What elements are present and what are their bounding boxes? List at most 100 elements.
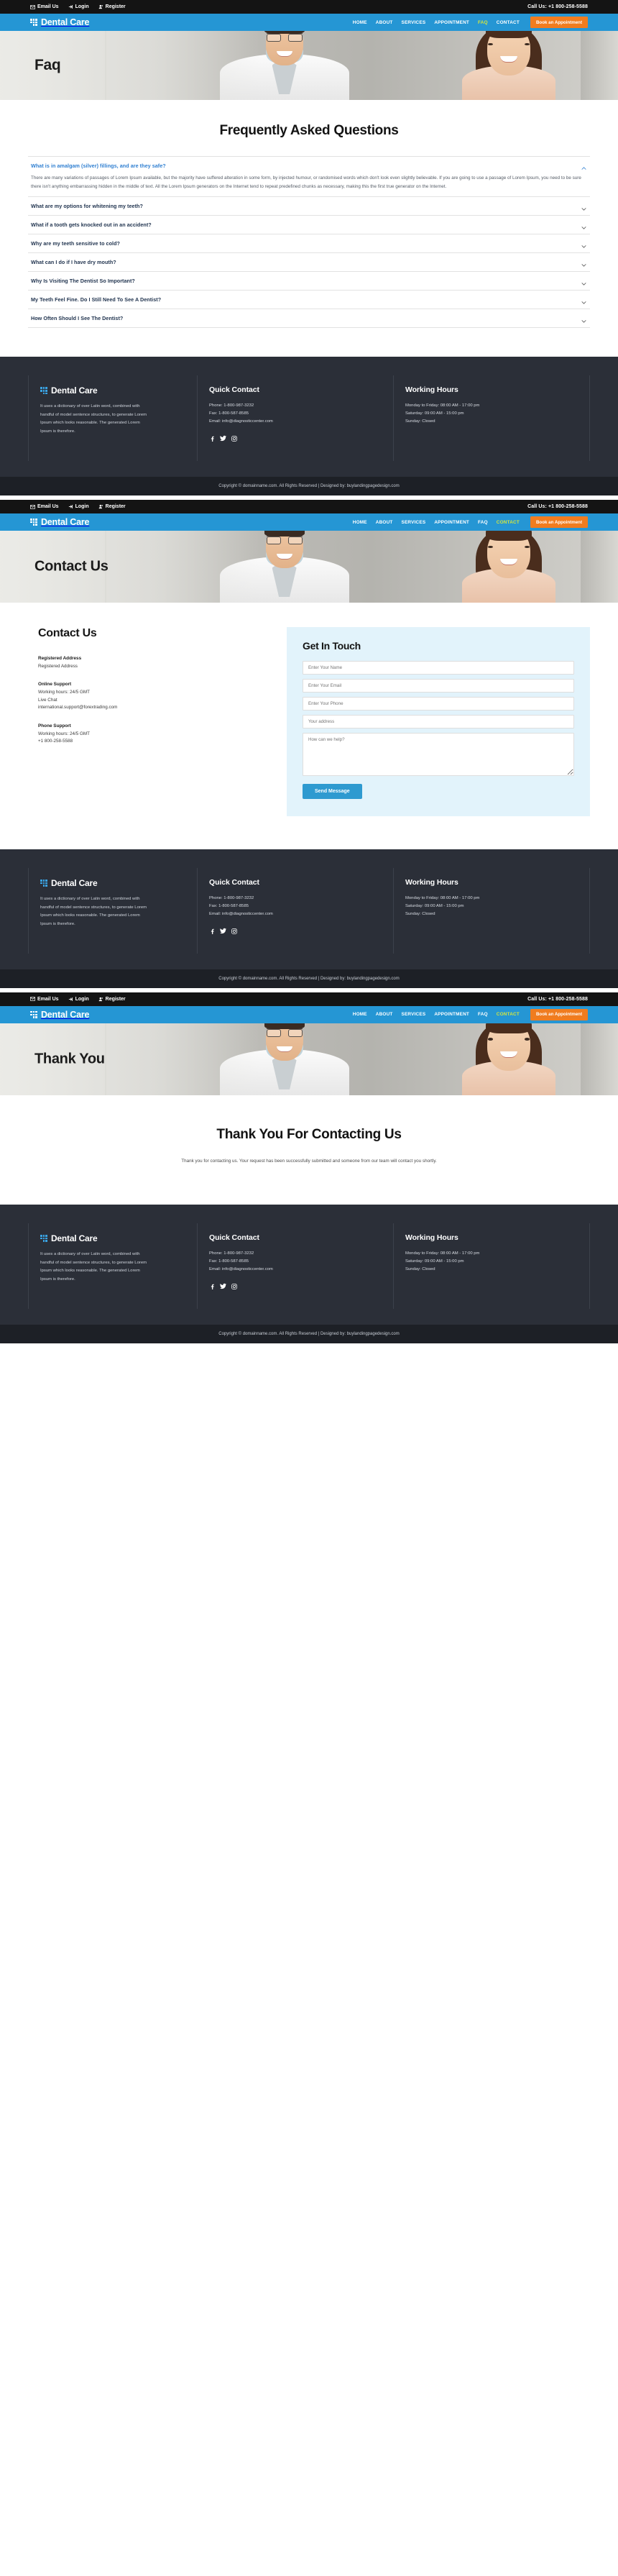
chevron-down-icon[interactable] <box>581 221 587 230</box>
faq-item[interactable]: What are my options for whitening my tee… <box>28 197 590 216</box>
email-us-link[interactable]: Email Us <box>30 997 59 1002</box>
faq-question-row[interactable]: How Often Should I See The Dentist? <box>31 315 587 324</box>
user-plus-icon <box>98 504 103 509</box>
nav-item-faq[interactable]: FAQ <box>478 20 488 25</box>
topbar: Email Us Login Register Call Us: +1 800-… <box>0 0 618 14</box>
book-appointment-button[interactable]: Book an Appointment <box>530 516 588 529</box>
faq-question-row[interactable]: Why Is Visiting The Dentist So Important… <box>31 278 587 286</box>
facebook-icon[interactable] <box>209 1280 215 1293</box>
nav-item-home[interactable]: HOME <box>353 520 367 525</box>
twitter-icon[interactable] <box>220 925 226 938</box>
nav-item-about[interactable]: ABOUT <box>376 520 393 525</box>
email-us-label: Email Us <box>37 4 59 9</box>
login-link[interactable]: Login <box>68 504 89 509</box>
nav-item-about[interactable]: ABOUT <box>376 20 393 25</box>
working-hours-sunday: Sunday: Closed <box>405 1266 435 1271</box>
twitter-icon[interactable] <box>220 1280 226 1293</box>
faq-item[interactable]: My Teeth Feel Fine. Do I Still Need To S… <box>28 291 590 310</box>
faq-question-row[interactable]: What are my options for whitening my tee… <box>31 203 587 211</box>
chevron-down-icon[interactable] <box>581 240 587 249</box>
logo[interactable]: Dental Care <box>30 17 89 27</box>
chevron-down-icon[interactable] <box>581 259 587 268</box>
grid-dots-icon <box>30 519 37 526</box>
login-label: Login <box>75 996 89 1002</box>
faq-question-row[interactable]: What if a tooth gets knocked out in an a… <box>31 221 587 230</box>
nav-item-contact[interactable]: CONTACT <box>497 20 520 25</box>
email-field[interactable] <box>303 679 574 693</box>
faq-question-row[interactable]: Why are my teeth sensitive to cold? <box>31 240 587 249</box>
footer-working-hours-column: Working Hours Monday to Friday: 08:00 AM… <box>394 1223 590 1309</box>
chevron-down-icon[interactable] <box>581 203 587 211</box>
login-link[interactable]: Login <box>68 997 89 1002</box>
email-us-link[interactable]: Email Us <box>30 504 59 509</box>
chevron-down-icon[interactable] <box>581 278 587 286</box>
nav-item-faq[interactable]: FAQ <box>478 520 488 525</box>
envelope-icon <box>30 504 35 509</box>
get-in-touch-form: Get In Touch Send Message <box>287 627 590 817</box>
faq-item[interactable]: How Often Should I See The Dentist? <box>28 309 590 329</box>
nav-item-home[interactable]: HOME <box>353 1012 367 1017</box>
nav-item-contact[interactable]: CONTACT <box>497 520 520 525</box>
instagram-icon[interactable] <box>231 925 237 938</box>
chevron-up-icon[interactable] <box>581 163 587 170</box>
quick-contact-fax: Fax: 1-800-587-8585 <box>209 903 249 908</box>
nav-item-services[interactable]: SERVICES <box>402 20 426 25</box>
instagram-icon[interactable] <box>231 432 237 445</box>
footer-brand-name: Dental Care <box>50 878 98 889</box>
nav-item-appointment[interactable]: APPOINTMENT <box>434 520 469 525</box>
contact-info: Contact Us Registered Address Registered… <box>28 627 265 816</box>
register-link[interactable]: Register <box>98 997 126 1002</box>
send-message-button[interactable]: Send Message <box>303 784 362 800</box>
faq-item[interactable]: What if a tooth gets knocked out in an a… <box>28 216 590 235</box>
footer-logo[interactable]: Dental Care <box>40 1233 185 1243</box>
faq-item[interactable]: Why are my teeth sensitive to cold? <box>28 234 590 254</box>
logo[interactable]: Dental Care <box>30 517 89 527</box>
register-link[interactable]: Register <box>98 4 126 9</box>
register-link[interactable]: Register <box>98 504 126 509</box>
nav-item-home[interactable]: HOME <box>353 20 367 25</box>
facebook-icon[interactable] <box>209 432 215 445</box>
faq-item[interactable]: Why Is Visiting The Dentist So Important… <box>28 272 590 291</box>
nav-item-about[interactable]: ABOUT <box>376 1012 393 1017</box>
instagram-icon[interactable] <box>231 1280 237 1293</box>
faq-item[interactable]: What is in amalgam (silver) fillings, an… <box>28 157 590 198</box>
chevron-down-icon[interactable] <box>581 315 587 324</box>
name-field[interactable] <box>303 661 574 675</box>
faq-question-row[interactable]: What is in amalgam (silver) fillings, an… <box>31 163 587 170</box>
book-appointment-button[interactable]: Book an Appointment <box>530 17 588 28</box>
grid-dots-icon <box>40 880 47 887</box>
user-plus-icon <box>98 4 103 9</box>
navbar: Dental Care HOME ABOUT SERVICES APPOINTM… <box>0 14 618 31</box>
block-title: Online Support <box>38 682 72 688</box>
nav-item-appointment[interactable]: APPOINTMENT <box>434 20 469 25</box>
phone-field[interactable] <box>303 697 574 711</box>
faq-question-row[interactable]: What can I do if I have dry mouth? <box>31 259 587 268</box>
footer-brand-name: Dental Care <box>50 1233 98 1244</box>
nav-item-faq[interactable]: FAQ <box>478 1012 488 1017</box>
logo[interactable]: Dental Care <box>30 1010 89 1020</box>
footer-logo[interactable]: Dental Care <box>40 878 185 888</box>
faq-question: Why Is Visiting The Dentist So Important… <box>31 278 135 285</box>
twitter-icon[interactable] <box>220 432 226 445</box>
topbar: Email Us Login Register Call Us: +1 800-… <box>0 992 618 1006</box>
book-appointment-button[interactable]: Book an Appointment <box>530 1008 588 1020</box>
footer-working-hours-column: Working Hours Monday to Friday: 08:00 AM… <box>394 375 590 462</box>
quick-contact-email: Email: info@diagnosticcenter.com <box>209 1266 273 1271</box>
footer-copyright: Copyright © domainname.com. All Rights R… <box>0 1324 618 1343</box>
facebook-icon[interactable] <box>209 925 215 938</box>
chevron-down-icon[interactable] <box>581 296 587 305</box>
nav-item-contact[interactable]: CONTACT <box>497 1012 520 1017</box>
login-link[interactable]: Login <box>68 4 89 9</box>
footer-working-hours-column: Working Hours Monday to Friday: 08:00 AM… <box>394 868 590 954</box>
faq-item[interactable]: What can I do if I have dry mouth? <box>28 253 590 273</box>
register-label: Register <box>105 504 126 510</box>
nav-item-appointment[interactable]: APPOINTMENT <box>434 1012 469 1017</box>
faq-question-row[interactable]: My Teeth Feel Fine. Do I Still Need To S… <box>31 296 587 305</box>
footer-logo[interactable]: Dental Care <box>40 385 185 396</box>
address-field[interactable] <box>303 715 574 729</box>
nav-item-services[interactable]: SERVICES <box>402 520 426 525</box>
nav-item-services[interactable]: SERVICES <box>402 1012 426 1017</box>
message-field[interactable] <box>303 733 574 777</box>
grid-dots-icon <box>30 19 37 26</box>
email-us-link[interactable]: Email Us <box>30 4 59 9</box>
